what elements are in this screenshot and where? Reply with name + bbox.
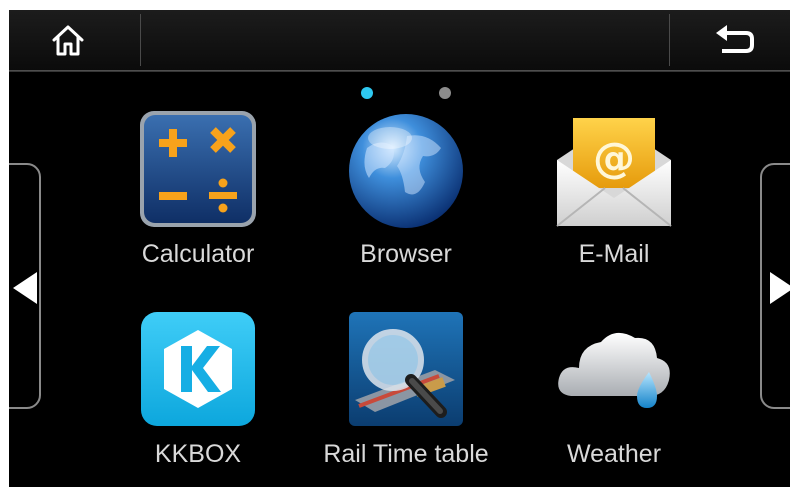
cloud-rain-icon — [558, 332, 670, 408]
app-rail-time-table[interactable]: Rail Time table — [306, 308, 506, 487]
back-arrow-icon — [716, 25, 754, 53]
app-email[interactable]: @ E-Mail — [514, 108, 714, 288]
app-weather[interactable]: Weather — [514, 308, 714, 487]
launcher-screen: Calculator Browser @ E-Mail KKBOX Rail T… — [9, 10, 790, 487]
app-label: Calculator — [141, 240, 255, 268]
page-indicator-active[interactable] — [361, 87, 373, 99]
divider — [669, 14, 670, 66]
home-button[interactable] — [33, 10, 103, 70]
app-kkbox[interactable]: KKBOX — [98, 308, 298, 487]
page-indicator[interactable] — [439, 87, 451, 99]
calculator-icon — [140, 111, 256, 227]
top-bar-divider — [9, 70, 790, 72]
envelope-icon: @ — [556, 118, 672, 227]
app-label: KKBOX — [154, 440, 242, 468]
previous-page-button[interactable] — [9, 163, 41, 409]
top-bar — [9, 10, 790, 70]
app-browser[interactable]: Browser — [306, 108, 506, 288]
left-arrow-icon — [13, 272, 37, 304]
kkbox-icon — [141, 312, 255, 426]
app-label: Browser — [360, 240, 452, 268]
app-label: E-Mail — [578, 240, 650, 268]
app-calculator[interactable]: Calculator — [98, 108, 298, 288]
home-icon — [52, 25, 84, 56]
divider — [140, 14, 141, 66]
right-arrow-icon — [770, 272, 790, 304]
back-button[interactable] — [699, 10, 769, 70]
next-page-button[interactable] — [760, 163, 790, 409]
rail-timetable-icon — [349, 312, 463, 426]
globe-icon — [349, 114, 463, 228]
app-label: Weather — [566, 440, 662, 468]
app-label: Rail Time table — [323, 440, 489, 468]
svg-text:@: @ — [593, 133, 635, 182]
